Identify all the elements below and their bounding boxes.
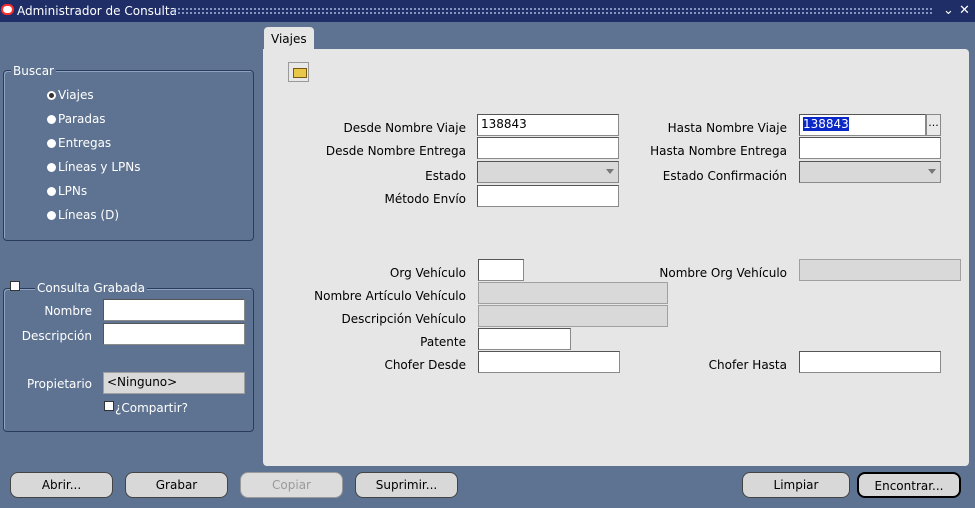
radio-lpns[interactable]: LPNs [47,184,87,198]
radio-paradas[interactable]: Paradas [47,112,106,126]
hasta-nombre-entrega-input[interactable] [799,137,941,159]
estado-confirmacion-select[interactable] [799,161,941,183]
hasta-nombre-entrega-label: Hasta Nombre Entrega [650,144,787,158]
open-folder-button[interactable] [288,62,309,82]
desde-nombre-viaje-input[interactable]: 138843 [477,114,619,136]
viajes-tab-panel [263,49,969,466]
radio-lineas-d[interactable]: Líneas (D) [47,208,119,222]
consulta-grabada-title: Consulta Grabada [35,281,147,295]
nombre-articulo-vehiculo-label: Nombre Artículo Vehículo [314,289,466,303]
desde-nombre-entrega-input[interactable] [477,137,619,159]
copiar-button[interactable]: Copiar [240,472,343,498]
compartir-label[interactable]: ¿Compartir? [115,401,188,415]
window-title: Administrador de Consulta [17,4,177,18]
radio-entregas[interactable]: Entregas [47,136,111,150]
chofer-hasta-input[interactable] [799,351,941,373]
radio-icon [47,187,56,196]
chofer-desde-input[interactable] [478,351,620,373]
radio-icon [47,139,56,148]
minimize-icon[interactable]: ⌄ [943,3,954,18]
titlebar-pattern [173,7,933,14]
estado-confirmacion-label: Estado Confirmación [662,169,787,183]
chofer-hasta-label: Chofer Hasta [708,358,787,372]
desde-nombre-entrega-label: Desde Nombre Entrega [325,144,466,158]
compartir-checkbox[interactable] [104,401,114,411]
close-icon[interactable]: ✕ [959,3,970,18]
chevron-down-icon [928,169,936,174]
estado-select[interactable] [477,161,619,183]
nombre-org-vehiculo-label: Nombre Org Vehículo [659,266,787,280]
tab-viajes[interactable]: Viajes [264,27,314,50]
buscar-group [3,70,254,241]
nombre-org-vehiculo-field [799,259,961,281]
grabar-button[interactable]: Grabar [125,472,228,498]
patente-input[interactable] [478,328,571,350]
suprimir-button[interactable]: Suprimir... [355,472,458,498]
oracle-logo-icon [1,4,14,15]
descripcion-vehiculo-label: Descripción Vehículo [341,312,466,326]
nombre-articulo-vehiculo-field [478,282,668,304]
consulta-grabada-checkbox[interactable] [10,281,20,291]
propietario-label: Propietario [26,377,92,391]
chevron-down-icon [606,169,614,174]
chofer-desde-label: Chofer Desde [384,358,466,372]
radio-icon [47,211,56,220]
radio-icon [47,115,56,124]
buscar-group-title: Buscar [11,64,56,78]
propietario-field: <Ninguno> [103,372,245,394]
hasta-nombre-viaje-label: Hasta Nombre Viaje [667,121,787,135]
estado-label: Estado [425,169,466,183]
descripcion-vehiculo-field [478,305,668,327]
open-folder-icon [293,68,307,78]
radio-icon [47,163,56,172]
radio-lineas-lpns[interactable]: Líneas y LPNs [47,160,141,174]
nombre-label: Nombre [44,304,92,318]
hasta-nombre-viaje-input[interactable]: 138843 [799,114,926,136]
hasta-nombre-viaje-lov-button[interactable]: ... [926,114,941,136]
window-titlebar: Administrador de Consulta ⌄ ✕ [0,0,975,22]
radio-selected-icon [47,91,56,100]
org-vehiculo-input[interactable] [478,259,524,281]
metodo-envio-label: Método Envío [384,192,466,206]
desde-nombre-viaje-label: Desde Nombre Viaje [343,121,466,135]
patente-label: Patente [420,335,466,349]
metodo-envio-input[interactable] [477,185,619,207]
org-vehiculo-label: Org Vehículo [389,266,466,280]
radio-viajes[interactable]: Viajes [47,88,94,102]
descripcion-input[interactable] [103,323,245,345]
abrir-button[interactable]: Abrir... [10,472,113,498]
nombre-input[interactable] [103,299,245,321]
descripcion-label: Descripción [21,329,92,343]
limpiar-button[interactable]: Limpiar [742,472,850,498]
encontrar-button[interactable]: Encontrar... [857,472,961,498]
